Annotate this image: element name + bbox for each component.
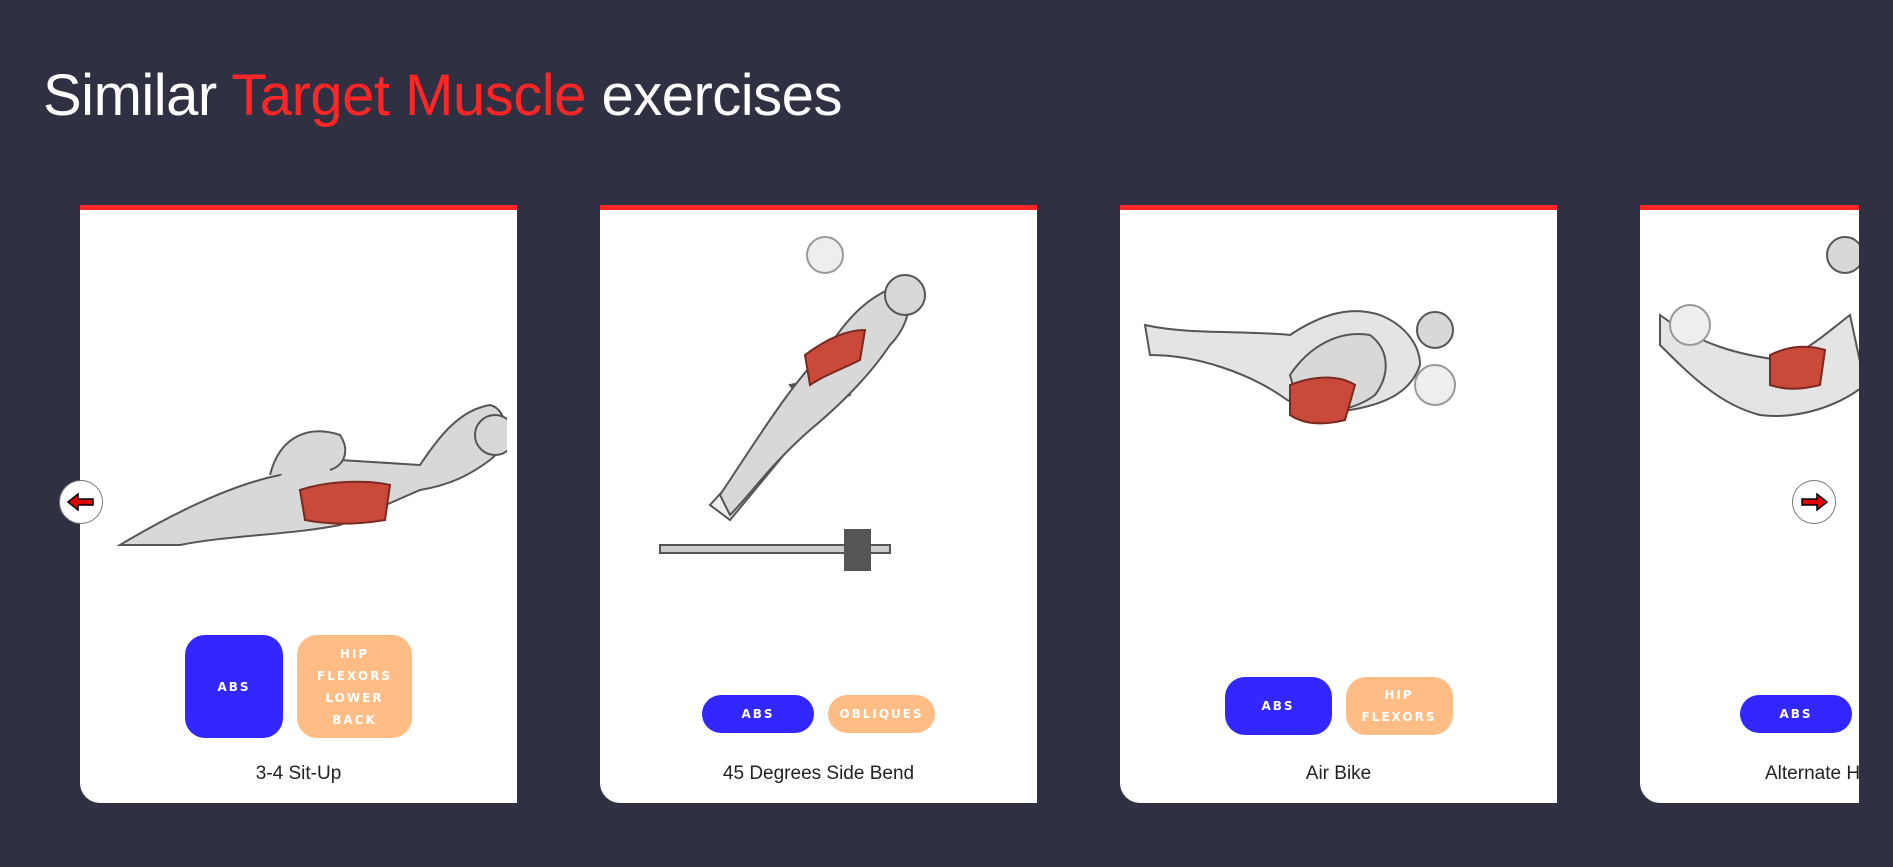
tag-abs[interactable]: ABS bbox=[1740, 695, 1852, 733]
exercise-name: Air Bike bbox=[1305, 763, 1372, 784]
heading-suffix: exercises bbox=[601, 63, 842, 128]
exercise-name: Alternate He bbox=[1765, 763, 1859, 784]
tag-hip-flexors-lower-back[interactable]: HIP FLEXORS LOWER BACK bbox=[297, 635, 412, 738]
exercise-illustration bbox=[659, 236, 926, 571]
exercise-carousel: ABS HIP FLEXORS LOWER BACK 3-4 Sit-Up AB… bbox=[0, 200, 1859, 806]
exercise-illustration bbox=[116, 403, 507, 546]
exercise-illustration bbox=[1659, 236, 1859, 417]
arrow-right-icon bbox=[1801, 492, 1829, 512]
exercise-name: 3-4 Sit-Up bbox=[255, 763, 342, 784]
exercise-card[interactable]: ABS HIP FLEXORS LOWER BACK 3-4 Sit-Up bbox=[80, 205, 517, 803]
next-arrow-button[interactable] bbox=[1792, 480, 1836, 524]
heading-prefix: Similar bbox=[43, 63, 217, 128]
exercise-card[interactable]: ABS HIP FLEXORS Air Bike bbox=[1120, 205, 1557, 803]
prev-arrow-button[interactable] bbox=[59, 480, 103, 524]
tag-hip-flexors[interactable]: HIP FLEXORS bbox=[1345, 677, 1453, 735]
target-tags: ABS OBLIQUES bbox=[600, 695, 1037, 733]
tag-obliques[interactable]: OBLIQUES bbox=[828, 695, 935, 733]
exercise-illustration bbox=[1143, 310, 1456, 425]
tag-abs[interactable]: ABS bbox=[702, 695, 814, 733]
tag-abs[interactable]: ABS bbox=[185, 635, 283, 738]
exercise-card[interactable]: ABS OBLIQUES 45 Degrees Side Bend bbox=[600, 205, 1037, 803]
target-tags: ABS HIP FLEXORS LOWER BACK bbox=[80, 635, 517, 738]
exercise-name: 45 Degrees Side Bend bbox=[722, 763, 915, 784]
tag-abs[interactable]: ABS bbox=[1224, 677, 1332, 735]
target-tags: ABS HIP FLEXORS bbox=[1120, 677, 1557, 735]
heading-highlight: Target Muscle bbox=[231, 63, 586, 128]
arrow-left-icon bbox=[66, 492, 94, 512]
section-heading: Similar Target Muscle exercises bbox=[43, 62, 842, 129]
target-tags: ABS bbox=[1640, 695, 1859, 733]
